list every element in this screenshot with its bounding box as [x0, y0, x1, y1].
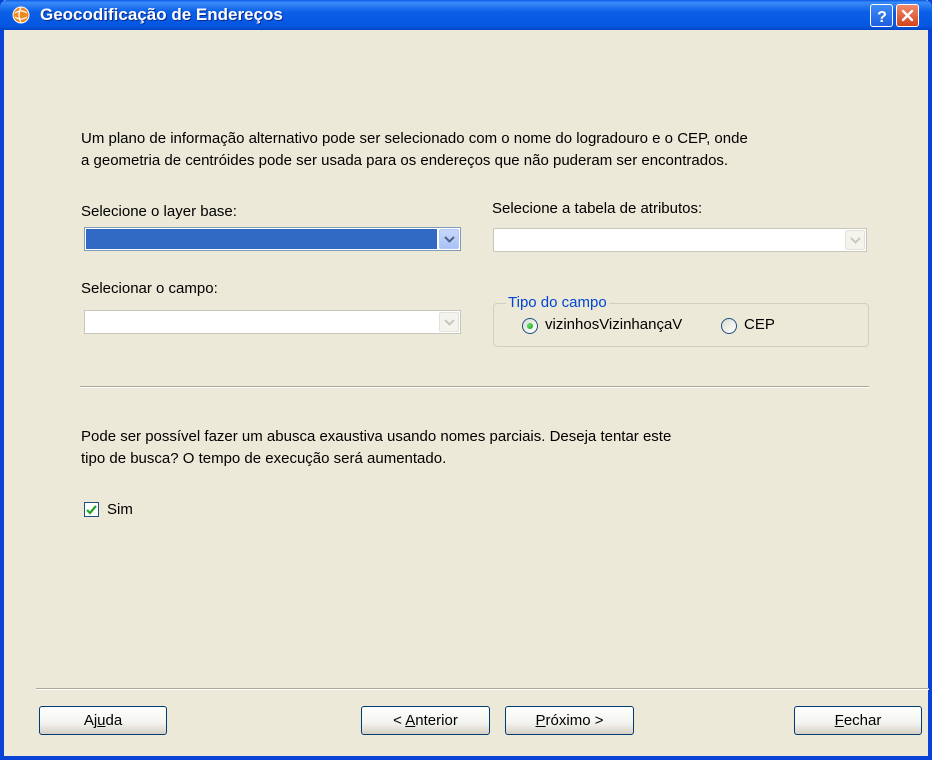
field-type-title: Tipo do campo: [506, 294, 609, 311]
section-divider: [80, 386, 869, 388]
attribute-table-value: [495, 230, 843, 250]
previous-button[interactable]: < Anterior: [361, 706, 490, 735]
window-title: Geocodificação de Endereços: [40, 5, 283, 24]
attribute-table-label: Selecione a tabela de atributos:: [492, 200, 703, 217]
footer-divider: [36, 688, 929, 690]
close-button-label: Fechar: [834, 712, 882, 729]
geocoding-globe-icon: [12, 6, 30, 24]
chevron-down-icon: [443, 318, 455, 326]
help-button[interactable]: Ajuda: [39, 706, 167, 735]
layer-base-select[interactable]: [84, 227, 461, 251]
checkmark-icon: [86, 504, 97, 515]
radio-neighbors-label[interactable]: vizinhosVizinhançaV: [545, 316, 682, 333]
radio-selected-dot: [527, 323, 533, 329]
field-label: Selecionar o campo:: [81, 280, 218, 297]
radio-neighbors[interactable]: [522, 318, 538, 334]
radio-cep[interactable]: [721, 318, 737, 334]
field-select[interactable]: [84, 310, 461, 334]
exhaustive-search-checkbox[interactable]: [84, 502, 99, 517]
next-button[interactable]: Próximo >: [505, 706, 634, 735]
close-title-button[interactable]: [896, 4, 919, 27]
title-bar[interactable]: Geocodificação de Endereços ?: [0, 0, 932, 30]
next-button-label: Próximo >: [535, 712, 604, 729]
attribute-table-select[interactable]: [493, 228, 867, 252]
svg-text:?: ?: [877, 9, 887, 24]
field-value: [86, 312, 437, 332]
field-dropdown-button[interactable]: [439, 312, 459, 332]
search-line-2: tipo de busca? O tempo de execução será …: [81, 450, 447, 467]
help-button-label: Ajuda: [83, 712, 123, 729]
intro-text: Um plano de informação alternativo pode …: [81, 128, 881, 172]
question-mark-icon: ?: [877, 9, 887, 24]
layer-base-dropdown-button[interactable]: [439, 229, 459, 249]
search-text: Pode ser possível fazer um abusca exaust…: [81, 426, 881, 470]
chevron-down-icon: [443, 235, 455, 243]
previous-button-label: < Anterior: [393, 712, 458, 729]
geocoding-dialog: Geocodificação de Endereços ? Um plano d…: [0, 0, 932, 760]
exhaustive-search-label[interactable]: Sim: [107, 501, 133, 518]
attribute-table-dropdown-button[interactable]: [845, 230, 865, 250]
chevron-down-icon: [849, 236, 861, 244]
close-button[interactable]: Fechar: [794, 706, 922, 735]
close-icon: [901, 9, 914, 22]
intro-line-1: Um plano de informação alternativo pode …: [81, 130, 748, 147]
layer-base-label: Selecione o layer base:: [81, 203, 237, 220]
radio-cep-label[interactable]: CEP: [744, 316, 775, 333]
layer-base-value: [86, 229, 437, 249]
help-title-button[interactable]: ?: [870, 4, 893, 27]
search-line-1: Pode ser possível fazer um abusca exaust…: [81, 428, 672, 445]
intro-line-2: a geometria de centróides pode ser usada…: [81, 152, 729, 169]
